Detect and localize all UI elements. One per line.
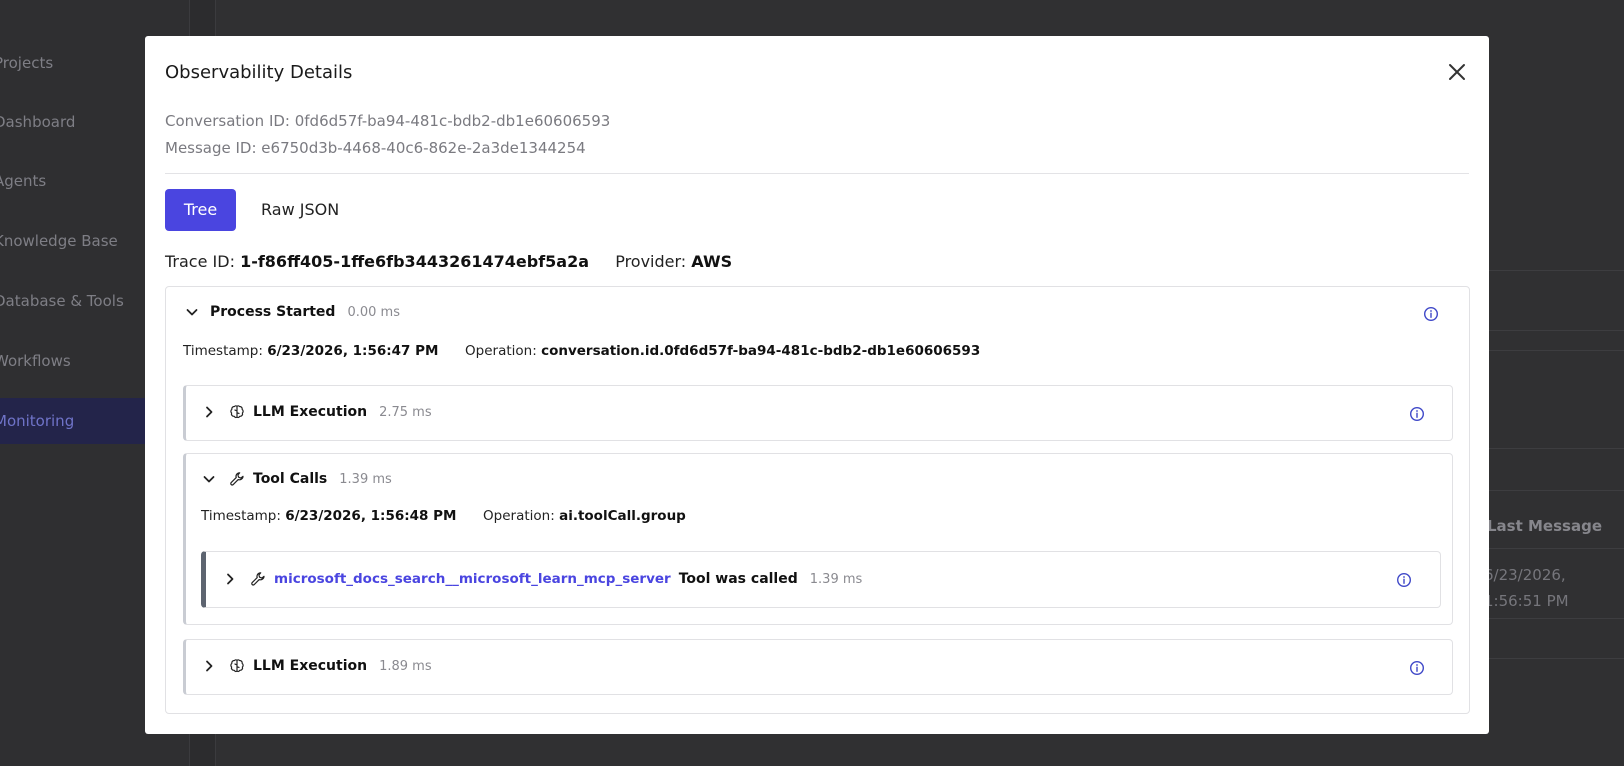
node-duration: 1.39 ms bbox=[339, 471, 392, 487]
modal-title: Observability Details bbox=[165, 62, 353, 83]
chevron-down-icon[interactable] bbox=[201, 471, 217, 487]
trace-info: Trace ID: 1-f86ff405-1ffe6fb3443261474eb… bbox=[165, 252, 732, 271]
sidebar-item-label: Knowledge Base bbox=[0, 232, 118, 250]
background-divider bbox=[1488, 658, 1624, 659]
node-duration: 1.39 ms bbox=[809, 571, 863, 587]
message-id: Message ID: e6750d3b-4468-40c6-862e-2a3d… bbox=[165, 139, 586, 157]
background-divider bbox=[1488, 350, 1624, 351]
info-icon[interactable] bbox=[1396, 572, 1412, 588]
node-title: Tool Calls bbox=[253, 471, 328, 487]
brain-icon bbox=[230, 659, 244, 673]
chevron-down-icon[interactable] bbox=[184, 304, 200, 320]
info-icon[interactable] bbox=[1423, 306, 1439, 322]
node-llm-execution[interactable]: LLM Execution 2.75 ms bbox=[183, 385, 1453, 441]
node-tool-call[interactable]: microsoft_docs_search__microsoft_learn_m… bbox=[201, 551, 1441, 608]
background-divider bbox=[1488, 490, 1624, 491]
background-divider bbox=[1488, 330, 1624, 331]
operation-label: Operation: bbox=[465, 343, 537, 359]
sidebar-item-label: Dashboard bbox=[0, 113, 76, 131]
node-duration: 0.00 ms bbox=[347, 304, 400, 320]
info-icon[interactable] bbox=[1409, 406, 1425, 422]
wrench-icon bbox=[251, 572, 265, 586]
wrench-icon bbox=[230, 472, 244, 486]
node-process-started[interactable]: Process Started 0.00 ms bbox=[184, 304, 400, 320]
conversation-id: Conversation ID: 0fd6d57f-ba94-481c-bdb2… bbox=[165, 112, 611, 130]
timestamp-label: Timestamp: bbox=[183, 343, 263, 359]
operation-value: ai.toolCall.group bbox=[559, 508, 686, 524]
close-icon bbox=[1449, 64, 1465, 80]
root-details: Timestamp: 6/23/2026, 1:56:47 PM Operati… bbox=[183, 343, 980, 359]
background-column-header: Last Message bbox=[1487, 517, 1602, 535]
close-button[interactable] bbox=[1445, 60, 1469, 84]
node-header: Tool Calls 1.39 ms bbox=[201, 471, 392, 487]
observability-modal: Observability Details Conversation ID: 0… bbox=[145, 36, 1489, 734]
tab-tree[interactable]: Tree bbox=[165, 189, 236, 231]
trace-tree: Process Started 0.00 ms Timestamp: 6/23/… bbox=[165, 286, 1470, 714]
timestamp-label: Timestamp: bbox=[201, 508, 281, 524]
tool-name-link[interactable]: microsoft_docs_search__microsoft_learn_m… bbox=[274, 571, 671, 587]
background-cell-line: 6/23/2026, bbox=[1484, 566, 1566, 584]
tool-calls-details: Timestamp: 6/23/2026, 1:56:48 PM Operati… bbox=[201, 508, 686, 524]
background-divider bbox=[1488, 270, 1624, 271]
node-duration: 1.89 ms bbox=[379, 658, 432, 674]
tab-raw-json[interactable]: Raw JSON bbox=[261, 189, 339, 231]
background-divider bbox=[1488, 548, 1624, 549]
background-divider bbox=[1488, 448, 1624, 449]
node-tool-calls[interactable]: Tool Calls 1.39 ms Timestamp: 6/23/2026,… bbox=[183, 453, 1453, 625]
chevron-right-icon[interactable] bbox=[201, 404, 217, 420]
chevron-right-icon[interactable] bbox=[201, 658, 217, 674]
trace-id-label: Trace ID: bbox=[165, 252, 235, 271]
sidebar-item-label: Monitoring bbox=[0, 412, 75, 430]
node-llm-execution[interactable]: LLM Execution 1.89 ms bbox=[183, 639, 1453, 695]
sidebar-item-label: Projects bbox=[0, 54, 54, 72]
node-header: microsoft_docs_search__microsoft_learn_m… bbox=[222, 571, 862, 587]
provider-label: Provider: bbox=[615, 252, 687, 271]
sidebar-item-label: Workflows bbox=[0, 352, 71, 370]
background-cell-line: 1:56:51 PM bbox=[1484, 592, 1569, 610]
info-icon[interactable] bbox=[1409, 660, 1425, 676]
chevron-right-icon[interactable] bbox=[222, 571, 238, 587]
node-header: LLM Execution 1.89 ms bbox=[201, 658, 432, 674]
sidebar-item-label: Database & Tools bbox=[0, 292, 124, 310]
header-divider bbox=[165, 173, 1469, 174]
node-header: LLM Execution 2.75 ms bbox=[201, 404, 432, 420]
trace-id-value: 1-f86ff405-1ffe6fb3443261474ebf5a2a bbox=[240, 252, 590, 271]
sidebar-item-label: Agents bbox=[0, 172, 47, 190]
node-title: LLM Execution bbox=[253, 658, 368, 674]
background-divider bbox=[1488, 618, 1624, 619]
operation-label: Operation: bbox=[483, 508, 555, 524]
timestamp-value: 6/23/2026, 1:56:48 PM bbox=[285, 508, 457, 524]
node-title: LLM Execution bbox=[253, 404, 368, 420]
provider-value: AWS bbox=[691, 252, 733, 271]
tool-status: Tool was called bbox=[678, 571, 798, 587]
operation-value: conversation.id.0fd6d57f-ba94-481c-bdb2-… bbox=[541, 343, 981, 359]
node-title: Process Started bbox=[210, 304, 336, 320]
timestamp-value: 6/23/2026, 1:56:47 PM bbox=[267, 343, 439, 359]
node-duration: 2.75 ms bbox=[379, 404, 432, 420]
brain-icon bbox=[230, 405, 244, 419]
background-cell: 6/23/2026, 1:56:51 PM bbox=[1484, 562, 1569, 614]
